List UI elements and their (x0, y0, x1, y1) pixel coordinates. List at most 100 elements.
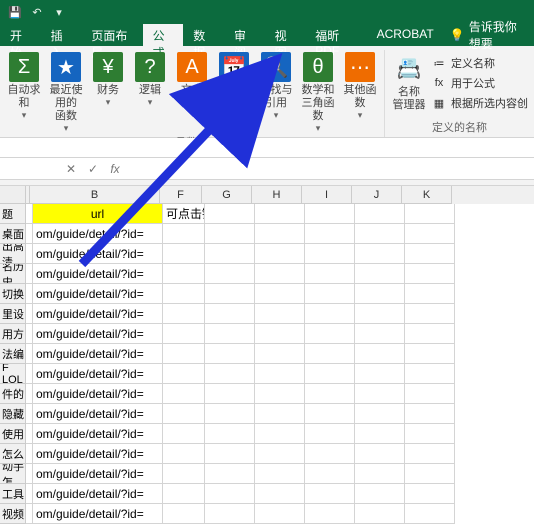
row-header[interactable]: 出高清 (0, 244, 26, 264)
col-header-g[interactable]: G (202, 186, 252, 204)
cell[interactable] (205, 484, 255, 504)
cell-b[interactable]: om/guide/detail/?id= (33, 244, 163, 264)
cell[interactable] (405, 444, 455, 464)
cell[interactable] (205, 264, 255, 284)
row-header[interactable]: 切换 (0, 284, 26, 304)
fn-button-7[interactable]: θ数学和 三角函数▾ (298, 50, 338, 134)
tab-foxitpdf[interactable]: 福昕PDF (305, 24, 366, 46)
fn-button-6[interactable]: 🔍查找与引用▾ (256, 50, 296, 134)
cell-f[interactable] (163, 264, 205, 284)
cell[interactable] (405, 264, 455, 284)
tab-review[interactable]: 审阅 (224, 24, 265, 46)
row-header[interactable]: 名历史 (0, 264, 26, 284)
cell[interactable] (405, 244, 455, 264)
select-all-corner[interactable] (0, 186, 26, 204)
fn-button-2[interactable]: ¥财务▾ (88, 50, 128, 134)
cell-b[interactable]: om/guide/detail/?id= (33, 224, 163, 244)
cell[interactable] (205, 464, 255, 484)
cancel-icon[interactable]: ✕ (60, 159, 82, 179)
cell-a[interactable] (26, 204, 33, 224)
cell[interactable] (205, 404, 255, 424)
cell[interactable] (255, 384, 305, 404)
cell[interactable] (305, 424, 355, 444)
tab-insert[interactable]: 插入 (41, 24, 82, 46)
cell[interactable] (255, 284, 305, 304)
cell[interactable] (255, 364, 305, 384)
name-box[interactable] (0, 139, 60, 157)
cell-f[interactable] (163, 224, 205, 244)
cell[interactable] (305, 324, 355, 344)
cell-a[interactable] (26, 464, 33, 484)
cell[interactable] (405, 404, 455, 424)
fn-button-5[interactable]: 📅日期和时间▾ (214, 50, 254, 134)
cell-f[interactable] (163, 384, 205, 404)
col-header-b[interactable]: B (30, 186, 160, 204)
cell[interactable] (405, 324, 455, 344)
cell[interactable] (405, 464, 455, 484)
qat-dropdown-icon[interactable]: ▾ (50, 3, 68, 21)
fn-dropdown-2[interactable]: ▾ (106, 97, 111, 108)
cell[interactable] (255, 484, 305, 504)
tab-pagelayout[interactable]: 页面布局 (81, 24, 142, 46)
cell-b[interactable]: om/guide/detail/?id= (33, 404, 163, 424)
cell-b[interactable]: om/guide/detail/?id= (33, 344, 163, 364)
fn-button-8[interactable]: ⋯其他函数▾ (340, 50, 380, 134)
cell-a[interactable] (26, 424, 33, 444)
cell-b[interactable]: om/guide/detail/?id= (33, 384, 163, 404)
cell[interactable] (205, 284, 255, 304)
fn-dropdown-1[interactable]: ▾ (64, 123, 69, 134)
cell[interactable] (205, 364, 255, 384)
cell-a[interactable] (26, 384, 33, 404)
cell[interactable] (305, 404, 355, 424)
col-header-f[interactable]: F (160, 186, 202, 204)
cell-f[interactable] (163, 324, 205, 344)
undo-icon[interactable]: ↶ (28, 3, 46, 21)
tab-view[interactable]: 视图 (265, 24, 306, 46)
tab-formulas[interactable]: 公式 (143, 24, 184, 46)
row-header[interactable]: 视频 (0, 504, 26, 524)
cell-b[interactable]: om/guide/detail/?id= (33, 484, 163, 504)
cell[interactable] (205, 204, 255, 224)
cell[interactable] (305, 304, 355, 324)
cell[interactable] (305, 504, 355, 524)
cell[interactable] (405, 344, 455, 364)
cell-a[interactable] (26, 364, 33, 384)
cell[interactable] (405, 384, 455, 404)
save-icon[interactable]: 💾 (6, 3, 24, 21)
cell[interactable] (205, 244, 255, 264)
cell[interactable] (355, 304, 405, 324)
cell-f[interactable] (163, 304, 205, 324)
formula-input[interactable] (126, 160, 534, 178)
fn-button-3[interactable]: ?逻辑▾ (130, 50, 170, 134)
fn-dropdown-3[interactable]: ▾ (148, 97, 153, 108)
cell-a[interactable] (26, 224, 33, 244)
fn-button-4[interactable]: A文本▾ (172, 50, 212, 134)
cell-f[interactable] (163, 504, 205, 524)
cell[interactable] (355, 244, 405, 264)
cell[interactable] (355, 344, 405, 364)
col-header-j[interactable]: J (352, 186, 402, 204)
tab-data[interactable]: 数据 (183, 24, 224, 46)
cell[interactable] (205, 304, 255, 324)
row-header[interactable]: 工具 (0, 484, 26, 504)
tell-me[interactable]: 💡 告诉我你想要 (444, 24, 534, 46)
cell[interactable] (255, 444, 305, 464)
tab-home[interactable]: 开始 (0, 24, 41, 46)
cell[interactable] (305, 224, 355, 244)
cell[interactable] (355, 464, 405, 484)
col-header-h[interactable]: H (252, 186, 302, 204)
cell[interactable] (405, 364, 455, 384)
cell-f[interactable] (163, 244, 205, 264)
cell[interactable] (205, 424, 255, 444)
cell[interactable] (355, 444, 405, 464)
cell[interactable] (355, 324, 405, 344)
row-header[interactable]: 怎么 (0, 444, 26, 464)
cell[interactable] (255, 404, 305, 424)
cell-b[interactable]: om/guide/detail/?id= (33, 264, 163, 284)
cell-f[interactable] (163, 484, 205, 504)
cell-b[interactable]: om/guide/detail/?id= (33, 324, 163, 344)
cell-a[interactable] (26, 404, 33, 424)
cell[interactable] (405, 504, 455, 524)
cell[interactable] (405, 304, 455, 324)
cell[interactable] (405, 224, 455, 244)
